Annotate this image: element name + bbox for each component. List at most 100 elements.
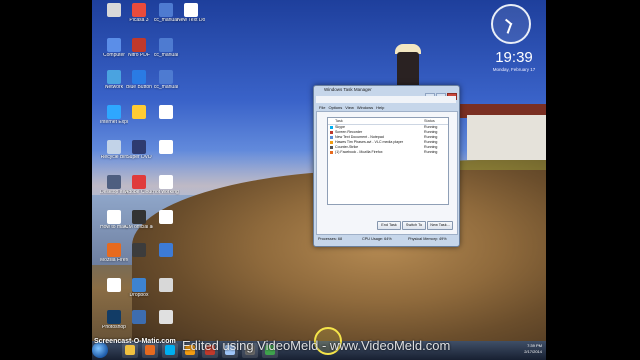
desktop-icon[interactable]: not working — [152, 175, 180, 205]
app-icon — [159, 175, 173, 189]
desktop-icon[interactable]: Computer — [100, 38, 128, 68]
desktop-icon[interactable]: Internet Explorer — [100, 105, 128, 135]
desktop-icon[interactable] — [152, 243, 180, 273]
house — [467, 115, 546, 160]
desktop-icon-label: cc_manual — [153, 53, 179, 58]
desktop-icon[interactable]: CM official addons — [125, 210, 153, 240]
explorer-icon — [125, 345, 135, 355]
desktop-icon[interactable]: Network — [100, 70, 128, 100]
taskbar-item-explorer[interactable] — [122, 343, 138, 358]
new-task-button[interactable]: New Task... — [427, 221, 453, 230]
desktop-icon-label: Nitro PDF — [128, 53, 150, 58]
app-icon — [159, 105, 173, 119]
app-icon — [132, 243, 146, 257]
task-manager-window[interactable]: Windows Task Manager File Options View Wind… — [313, 85, 460, 247]
taskbar-item-firefox[interactable] — [142, 343, 158, 358]
tab-strip: ApplicationsProcessesServicesPerformance… — [316, 103, 456, 119]
end-task-button[interactable]: End Task — [377, 221, 401, 230]
app-icon — [132, 278, 146, 292]
desktop-icon-label: Computer — [103, 53, 125, 58]
desktop-icon-label: cc_manual — [153, 18, 179, 23]
app-icon — [107, 310, 121, 324]
desktop-icon[interactable]: Recycle Bin — [100, 140, 128, 170]
switch-to-button[interactable]: Switch To — [402, 221, 426, 230]
desktop-icon[interactable] — [152, 140, 180, 170]
desktop-icon[interactable]: Adobe Cloud — [125, 175, 153, 205]
desktop-icon[interactable]: New Text Document — [177, 3, 205, 33]
app-icon — [132, 38, 146, 52]
desktop-icon[interactable]: cc_manual — [152, 38, 180, 68]
desktop-icon[interactable]: Blue Button — [125, 70, 153, 100]
desktop-icon[interactable] — [152, 210, 180, 240]
skype-icon — [165, 345, 175, 355]
menu-bar: File Options View Windows Help — [316, 96, 456, 110]
desktop-icon[interactable] — [152, 310, 180, 340]
app-icon — [159, 140, 173, 154]
task-app-icon — [330, 131, 333, 134]
clock-gadget[interactable] — [491, 4, 531, 44]
app-icon — [107, 38, 121, 52]
desktop-icon[interactable]: Photoshop — [100, 310, 128, 340]
editor-watermark: Edited using VideoMeld - www.VideoMeld.c… — [182, 338, 451, 353]
desktop-icon-label: Picasa 3 — [129, 18, 149, 23]
desktop-icon[interactable] — [125, 105, 153, 135]
desktop-icon[interactable]: Dropbox — [125, 278, 153, 308]
desktop-icon[interactable]: Super DVD — [125, 140, 153, 170]
app-icon — [159, 3, 173, 17]
desktop-icon-label: Blue Button — [126, 85, 152, 90]
app-icon — [132, 175, 146, 189]
applications-pane: Task Status Skype Running Screen Recorder R… — [316, 111, 458, 235]
desktop-icon[interactable] — [125, 243, 153, 273]
app-icon — [132, 310, 146, 324]
task-app-icon — [330, 151, 333, 154]
column-status[interactable]: Status — [424, 118, 435, 124]
task-status: Running — [424, 150, 438, 154]
app-icon — [107, 3, 121, 17]
status-memory: Physical Memory: 49% — [408, 237, 447, 241]
desktop-icon[interactable] — [152, 105, 180, 135]
app-icon — [107, 105, 121, 119]
app-icon — [107, 70, 121, 84]
app-icon — [107, 175, 121, 189]
app-icon — [132, 70, 146, 84]
app-icon — [107, 278, 121, 292]
desktop-icon[interactable]: cc_manual — [152, 70, 180, 100]
app-icon — [132, 210, 146, 224]
window-title: Windows Task Manager — [324, 87, 372, 92]
desktop-icon-label: Dropbox — [129, 293, 149, 298]
desktop-icon[interactable]: Desktop Items — [100, 175, 128, 205]
task-list-header: Task Status — [328, 118, 448, 125]
desktop-icon-label: Super DVD — [126, 155, 152, 160]
task-name: (1) Facebook - Mozilla Firefox — [335, 150, 383, 154]
task-row[interactable]: (1) Facebook - Mozilla Firefox Running — [328, 150, 448, 155]
desktop-icon[interactable]: Picasa 3 — [125, 3, 153, 33]
desktop-icon-label: Recycle Bin — [100, 155, 128, 160]
app-icon — [159, 70, 173, 84]
tray-date: 2/17/2014 — [524, 349, 542, 354]
desktop-icon[interactable]: Mozilla Firefox — [100, 243, 128, 273]
desktop-icon-label: How to make a 3 ICC — [100, 225, 128, 230]
status-bar: Processes: 68 CPU Usage: 64% Physical Me… — [316, 235, 456, 243]
desktop-icon[interactable] — [100, 3, 128, 33]
desktop-icon[interactable] — [100, 278, 128, 308]
desktop-icon[interactable]: cc_manual — [152, 3, 180, 33]
desktop-icon[interactable]: How to make a 3 ICC — [100, 210, 128, 240]
app-icon — [159, 38, 173, 52]
firefox-icon — [145, 345, 155, 355]
desktop-icon[interactable] — [152, 278, 180, 308]
column-task[interactable]: Task — [335, 118, 343, 124]
taskbar-item-skype[interactable] — [162, 343, 178, 358]
desktop-icon-label: Internet Explorer — [100, 120, 128, 125]
desktop-icon[interactable]: Nitro PDF — [125, 38, 153, 68]
app-icon — [132, 3, 146, 17]
desktop-icon[interactable] — [125, 310, 153, 340]
desktop-icon-label: Desktop Items — [100, 190, 128, 195]
task-app-icon — [330, 146, 333, 149]
app-icon — [159, 210, 173, 224]
tray-clock[interactable]: 7:39 PM 2/17/2014 — [524, 343, 542, 355]
task-list[interactable]: Task Status Skype Running Screen Recorder R… — [327, 117, 449, 205]
desktop-icon-label: Photoshop — [102, 325, 126, 330]
desktop-icon-label: cc_manual — [153, 85, 179, 90]
gadget-time: 19:39 — [495, 49, 533, 66]
desktop-icon-label: not working — [153, 190, 179, 195]
